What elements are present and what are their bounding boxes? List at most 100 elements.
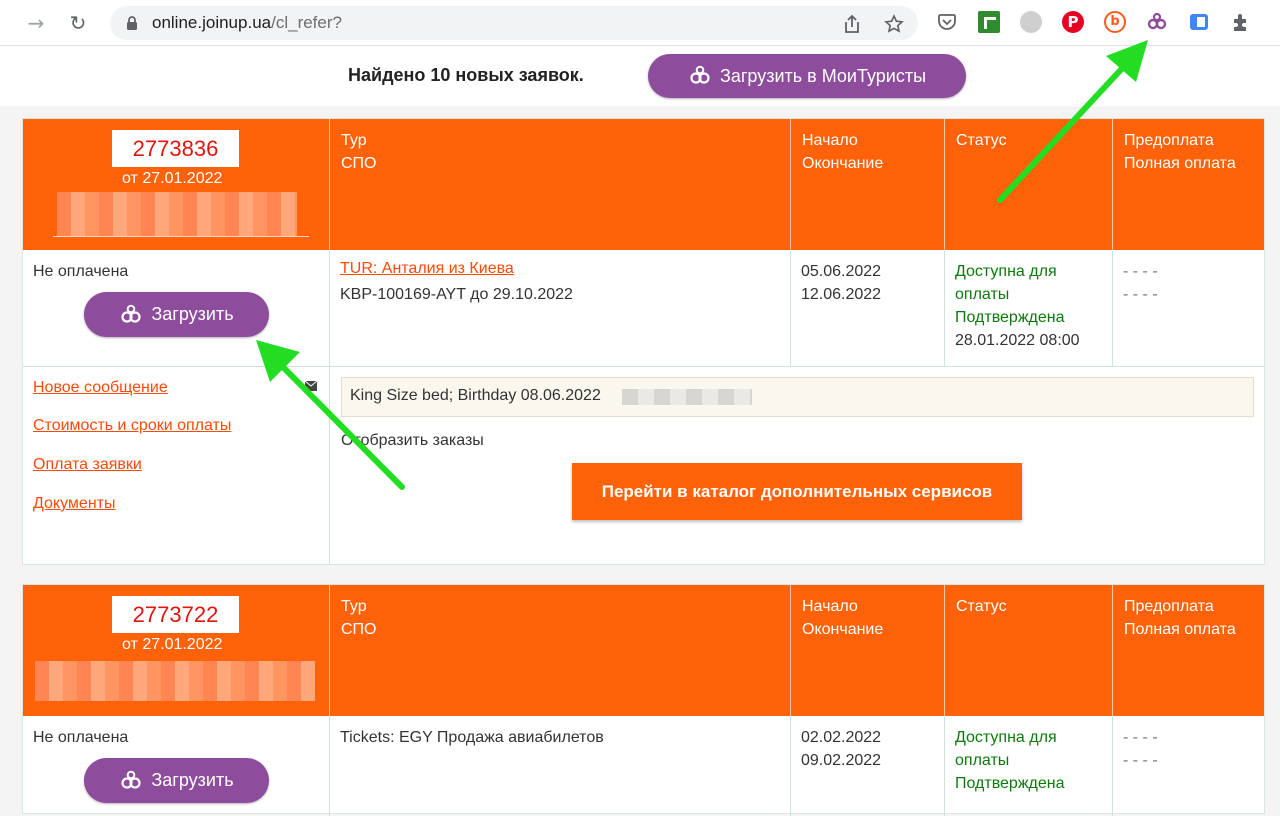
url-path: /cl_refer? [271, 13, 342, 32]
status-header-label: Статус [956, 598, 1007, 615]
show-orders-link[interactable]: Отобразить заказы [341, 429, 484, 452]
status-cell: Доступна для оплаты Подтверждена [945, 716, 1113, 816]
pocket-icon[interactable] [936, 11, 958, 33]
forward-icon[interactable]: → [24, 11, 48, 35]
order-header-row: 2773836 от 27.01.2022 Тур СПО Начало Око… [23, 119, 1264, 250]
order-card: 2773722 от 27.01.2022 Тур СПО Начало Око… [22, 584, 1265, 816]
order-number[interactable]: 2773722 [112, 596, 239, 633]
dates-header: Начало Окончание [791, 119, 945, 250]
order-card: 2773836 от 27.01.2022 Тур СПО Начало Око… [22, 118, 1265, 565]
puzzle-extensions-icon[interactable] [1230, 11, 1252, 33]
tour-header-line2: СПО [341, 155, 377, 172]
order-number[interactable]: 2773836 [112, 130, 239, 167]
start-date: 02.02.2022 [801, 729, 882, 746]
order-number-cell: 2773722 от 27.01.2022 [23, 585, 330, 716]
dates-header-line1: Начало [802, 598, 858, 615]
order-date: от 27.01.2022 [122, 636, 223, 653]
payment-header-line2: Полная оплата [1124, 621, 1236, 638]
fullpay-value: - - - - [1123, 752, 1158, 769]
redacted-note [622, 389, 752, 405]
payment-header-line2: Полная оплата [1124, 155, 1236, 172]
status-line-3: Подтверждена [955, 775, 1065, 792]
catalog-button[interactable]: Перейти в каталог дополнительных сервисо… [572, 463, 1022, 520]
status-line-2: оплаты [955, 752, 1010, 769]
swirl-logo-icon [121, 770, 142, 789]
upload-order-button[interactable]: Загрузить [84, 758, 269, 803]
upload-all-button[interactable]: Загрузить в МоиТуристы [648, 54, 966, 98]
payment-header-line1: Предоплата [1124, 598, 1214, 615]
order-links-cell: Новое сообщение Стоимость и сроки оплаты… [23, 367, 330, 565]
redacted-client-name [57, 192, 297, 236]
pinterest-icon[interactable]: P [1062, 11, 1084, 33]
order-payment-link[interactable]: Оплата заявки [33, 456, 142, 474]
swirl-logo-icon [690, 65, 710, 84]
new-orders-text: Найдено 10 новых заявок. [348, 65, 584, 85]
divider [53, 236, 309, 237]
status-line-3: Подтверждена [955, 309, 1065, 326]
payment-state: Не оплачена [33, 729, 129, 746]
dates-header-line2: Окончание [802, 621, 884, 638]
upload-order-button[interactable]: Загрузить [84, 292, 269, 337]
bookmark-star-icon[interactable] [884, 14, 904, 34]
privat-extension-icon[interactable] [978, 11, 1000, 33]
start-date: 05.06.2022 [801, 263, 882, 280]
redacted-client-name [35, 661, 315, 701]
tour-header-line1: Тур [341, 598, 367, 615]
payment-header: Предоплата Полная оплата [1113, 119, 1265, 250]
status-header: Статус [945, 585, 1113, 716]
new-message-link[interactable]: Новое сообщение [33, 379, 168, 397]
address-bar[interactable]: online.joinup.ua/cl_refer? [110, 6, 918, 40]
order-number-cell: 2773836 от 27.01.2022 [23, 119, 330, 250]
cost-terms-link[interactable]: Стоимость и сроки оплаты [33, 417, 231, 435]
payment-state-cell: Не оплачена Загрузить [23, 250, 330, 367]
b-extension-icon[interactable]: b [1104, 11, 1126, 33]
status-header-label: Статус [956, 132, 1007, 149]
grey-extension-icon[interactable] [1020, 11, 1042, 33]
order-note-text: King Size bed; Birthday 08.06.2022 [350, 387, 601, 404]
reload-icon[interactable]: ↻ [66, 11, 90, 35]
tour-header: Тур СПО [330, 585, 791, 716]
spo-text: KBP-100169-AYT до 29.10.2022 [340, 286, 573, 303]
translate-extension-icon[interactable] [1188, 11, 1210, 33]
upload-order-label: Загрузить [151, 770, 234, 790]
url-host: online.joinup.ua [152, 13, 272, 32]
dates-header-line1: Начало [802, 132, 858, 149]
status-cell: Доступна для оплаты Подтверждена 28.01.2… [945, 250, 1113, 367]
lock-icon [127, 16, 137, 30]
payment-state: Не оплачена [33, 263, 129, 280]
dates-cell: 02.02.2022 09.02.2022 [791, 716, 945, 816]
tour-cell: TUR: Анталия из Киева KBP-100169-AYT до … [330, 250, 791, 367]
end-date: 12.06.2022 [801, 286, 882, 303]
envelope-icon [305, 381, 317, 391]
new-orders-notice: Найдено 10 новых заявок. Загрузить в Мои… [0, 46, 1280, 106]
tour-cell: Tickets: EGY Продажа авиабилетов [330, 716, 791, 816]
status-header: Статус [945, 119, 1113, 250]
share-icon[interactable] [842, 14, 862, 34]
prepay-value: - - - - [1123, 729, 1158, 746]
tour-header-line1: Тур [341, 132, 367, 149]
swirl-logo-icon [121, 304, 142, 323]
tour-link[interactable]: TUR: Анталия из Киева [340, 260, 514, 278]
dates-header: Начало Окончание [791, 585, 945, 716]
order-note: King Size bed; Birthday 08.06.2022 [341, 377, 1254, 417]
tour-header: Тур СПО [330, 119, 791, 250]
upload-all-label: Загрузить в МоиТуристы [719, 65, 927, 86]
payment-state-cell: Не оплачена Загрузить [23, 716, 330, 816]
prepay-value: - - - - [1123, 263, 1158, 280]
order-header-row: 2773722 от 27.01.2022 Тур СПО Начало Око… [23, 585, 1264, 716]
end-date: 09.02.2022 [801, 752, 882, 769]
payment-cell: - - - - - - - - [1113, 716, 1265, 816]
moituristy-extension-icon[interactable] [1146, 11, 1168, 33]
status-line-2: оплаты [955, 286, 1010, 303]
status-line-1: Доступна для [955, 729, 1057, 746]
upload-order-label: Загрузить [151, 304, 234, 324]
documents-link[interactable]: Документы [33, 495, 115, 513]
payment-header: Предоплата Полная оплата [1113, 585, 1265, 716]
url-text: online.joinup.ua/cl_refer? [152, 13, 342, 33]
browser-toolbar: → ↻ online.joinup.ua/cl_refer? P b [0, 0, 1280, 46]
fullpay-value: - - - - [1123, 286, 1158, 303]
status-time: 28.01.2022 08:00 [955, 332, 1080, 349]
dates-cell: 05.06.2022 12.06.2022 [791, 250, 945, 367]
dates-header-line2: Окончание [802, 155, 884, 172]
status-line-1: Доступна для [955, 263, 1057, 280]
